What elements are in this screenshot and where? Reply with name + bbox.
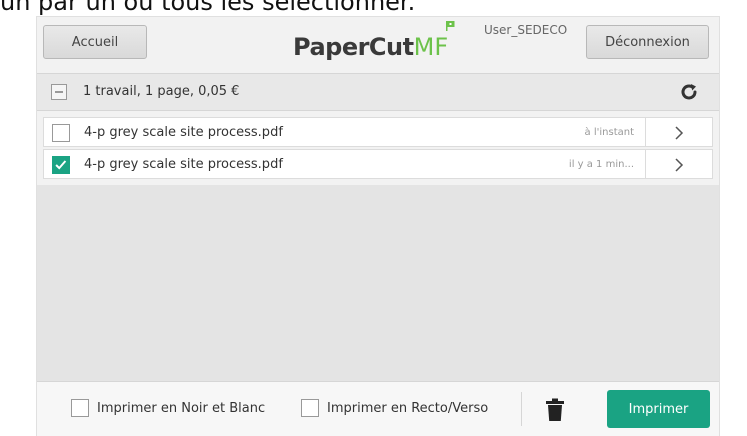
top-caption: un par un ou tous les sélectionner.	[0, 0, 416, 16]
refresh-icon[interactable]	[679, 82, 699, 102]
job-row[interactable]: 4-p grey scale site process.pdf il y a 1…	[43, 149, 713, 179]
print-bw-option[interactable]: Imprimer en Noir et Blanc	[71, 399, 265, 417]
divider	[521, 392, 522, 426]
divider	[645, 118, 646, 146]
logout-button[interactable]: Déconnexion	[586, 25, 709, 59]
chevron-right-icon[interactable]	[674, 126, 684, 140]
summary-text: 1 travail, 1 page, 0,05 €	[83, 84, 240, 99]
job-row[interactable]: 4-p grey scale site process.pdf à l'inst…	[43, 117, 713, 147]
print-duplex-label: Imprimer en Recto/Verso	[327, 400, 489, 416]
username-label: User_SEDECO	[484, 23, 568, 37]
checkmark-icon	[55, 160, 67, 170]
job-time: il y a 1 min...	[568, 159, 634, 170]
print-bw-label: Imprimer en Noir et Blanc	[97, 400, 266, 416]
job-checkbox[interactable]	[52, 156, 70, 174]
job-name: 4-p grey scale site process.pdf	[84, 157, 283, 172]
divider	[645, 150, 646, 178]
summary-bar: 1 travail, 1 page, 0,05 €	[37, 73, 719, 111]
job-time: à l'instant	[584, 127, 634, 138]
job-name: 4-p grey scale site process.pdf	[84, 125, 283, 140]
logo-accent-text: MF	[414, 21, 455, 61]
print-bw-checkbox[interactable]	[71, 399, 89, 417]
home-button[interactable]: Accueil	[43, 25, 147, 59]
job-checkbox[interactable]	[52, 124, 70, 142]
trash-icon[interactable]	[544, 398, 566, 422]
logo-main-text: PaperCut	[293, 33, 414, 61]
papercut-logo: PaperCut MF	[293, 21, 455, 61]
footer-bar: Imprimer en Noir et Blanc Imprimer en Re…	[37, 381, 719, 436]
print-duplex-option[interactable]: Imprimer en Recto/Verso	[301, 399, 488, 417]
job-list: 4-p grey scale site process.pdf à l'inst…	[43, 117, 713, 181]
select-all-checkbox[interactable]	[51, 84, 67, 100]
empty-list-area	[37, 185, 719, 381]
chevron-right-icon[interactable]	[674, 158, 684, 172]
print-button[interactable]: Imprimer	[607, 390, 710, 428]
release-station-panel: Accueil PaperCut MF User_SEDECO Déconnex…	[36, 16, 720, 436]
logo-flag-icon	[446, 21, 455, 31]
print-duplex-checkbox[interactable]	[301, 399, 319, 417]
